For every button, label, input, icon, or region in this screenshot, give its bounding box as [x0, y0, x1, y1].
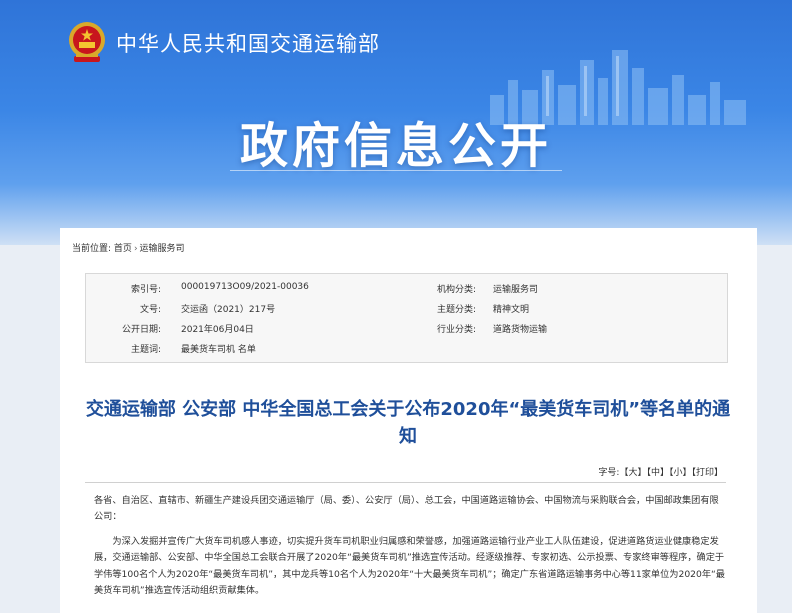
doc-number-label: 文号:	[139, 305, 161, 315]
document-title: 交通运输部 公安部 中华全国总工会关于公布2020年“最美货车司机”等名单的通知	[85, 399, 731, 447]
print-button[interactable]: 【打印】	[691, 468, 723, 478]
breadcrumb-current-link[interactable]: 运输服务司	[140, 244, 185, 254]
header-banner: 中华人民共和国交通运输部 政府信息公开	[0, 0, 792, 245]
content-panel: 当前位置: 首页 › 运输服务司 索引号: 000019713O09/2021-00…	[60, 228, 757, 613]
ministry-name: 中华人民共和国交通运输部	[116, 32, 380, 56]
breadcrumb-separator: ›	[133, 244, 138, 254]
salutation-paragraph: 各省、自治区、直辖市、新疆生产建设兵团交通运输厅（局、委）、公安厅（局）、总工会…	[94, 495, 719, 523]
font-medium-button[interactable]: 【中】	[646, 468, 669, 478]
document-body: 各省、自治区、直辖市、新疆生产建设兵团交通运输厅（局、委）、公安厅（局）、总工会…	[94, 493, 726, 599]
industry-label: 行业分类:	[436, 325, 476, 335]
date-value: 2021年06月04日	[181, 325, 254, 335]
document-metadata-box: 索引号: 000019713O09/2021-00036 机构分类: 运输服务司…	[85, 273, 728, 363]
font-small-button[interactable]: 【小】	[669, 468, 692, 478]
subject-label: 主题词:	[130, 345, 161, 355]
org-label: 机构分类:	[436, 285, 476, 295]
content-divider	[85, 482, 726, 483]
breadcrumb-home-link[interactable]: 首页	[114, 244, 132, 254]
national-emblem-icon	[69, 22, 105, 62]
date-label: 公开日期:	[121, 325, 161, 335]
breadcrumb-label: 当前位置:	[72, 244, 112, 254]
font-size-label: 字号:	[598, 468, 620, 478]
font-large-button[interactable]: 【大】	[619, 468, 646, 478]
org-value: 运输服务司	[493, 285, 539, 295]
topic-label: 主题分类:	[436, 305, 476, 315]
index-value: 000019713O09/2021-00036	[181, 282, 309, 292]
meta-row-subject: 主题词: 最美货车司机 名单	[86, 342, 727, 362]
doc-number-value: 交运函（2021）217号	[181, 305, 276, 315]
banner-title: 政府信息公开	[239, 118, 552, 174]
industry-value: 道路货物运输	[493, 325, 548, 335]
topic-value: 精神文明	[493, 305, 530, 315]
breadcrumb: 当前位置: 首页 › 运输服务司	[72, 241, 185, 254]
meta-row-index: 索引号: 000019713O09/2021-00036 机构分类: 运输服务司	[86, 282, 727, 302]
index-label: 索引号:	[130, 285, 161, 295]
meta-row-date: 公开日期: 2021年06月04日 行业分类: 道路货物运输	[86, 322, 727, 342]
font-size-toolbar: 字号:【大】【中】【小】【打印】	[598, 465, 723, 478]
banner-title-underline	[230, 170, 562, 171]
body-paragraph: 为深入发掘并宣传广大货车司机感人事迹，切实提升货车司机职业归属感和荣誉感，加强道…	[94, 535, 725, 597]
subject-value: 最美货车司机 名单	[181, 345, 256, 355]
meta-row-docno: 文号: 交运函（2021）217号 主题分类: 精神文明	[86, 302, 727, 322]
